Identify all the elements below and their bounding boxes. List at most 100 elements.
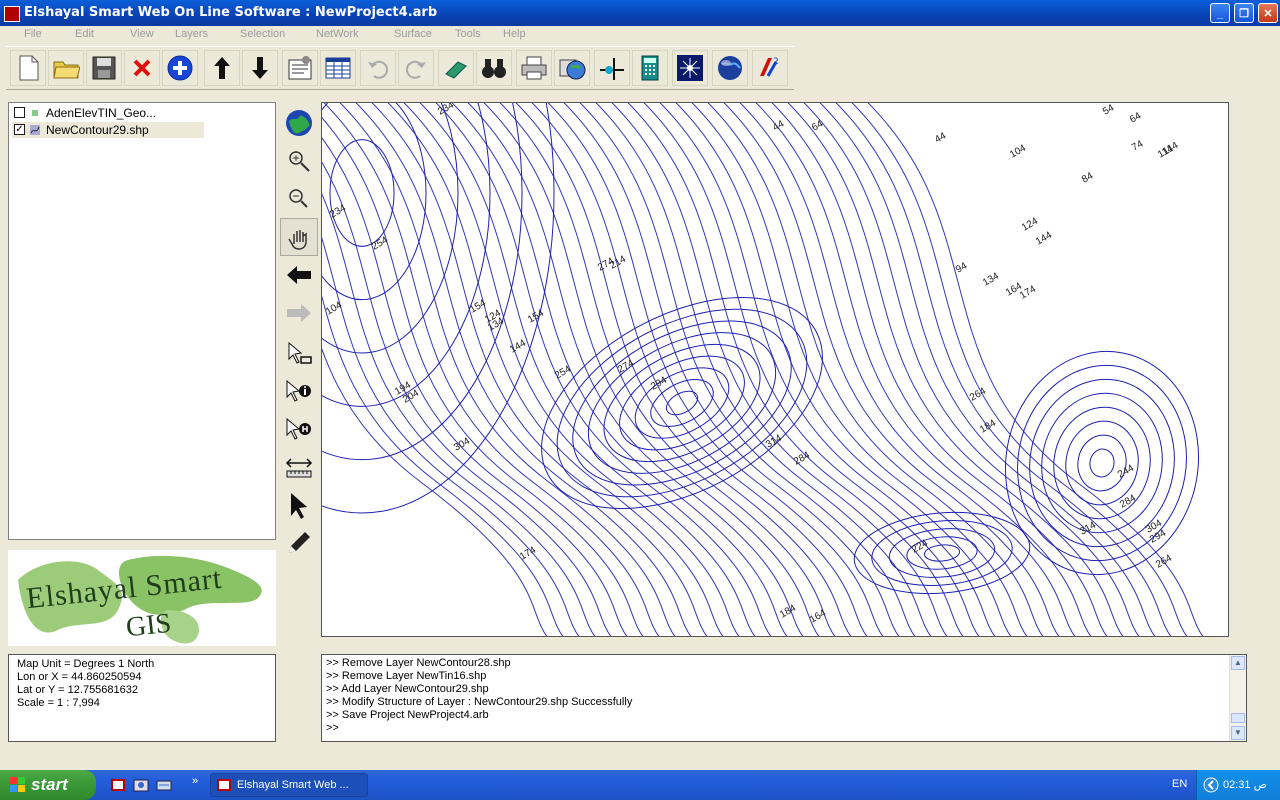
- menu-edit[interactable]: Edit: [75, 28, 94, 40]
- layer-visibility-checkbox[interactable]: ✓: [14, 124, 25, 135]
- start-button[interactable]: start: [0, 770, 96, 800]
- menu-bar: File Edit View Layers Selection NetWork …: [0, 26, 1280, 44]
- properties-button[interactable]: [282, 50, 318, 86]
- contour-line: [867, 103, 1204, 636]
- start-label: start: [31, 775, 68, 794]
- print-button[interactable]: [516, 50, 552, 86]
- log-line: >> Modify Structure of Layer : NewContou…: [326, 696, 633, 708]
- pointer-button[interactable]: [280, 486, 318, 524]
- contour-line: [1089, 448, 1115, 478]
- scroll-up-button[interactable]: ▲: [1231, 656, 1245, 670]
- forward-button[interactable]: [280, 294, 318, 332]
- eraser-button[interactable]: [438, 50, 474, 86]
- globe-button[interactable]: [712, 50, 748, 86]
- menu-selection[interactable]: Selection: [240, 28, 285, 40]
- quick-launch-app-icon[interactable]: [110, 777, 126, 793]
- taskbar-app-button[interactable]: Elshayal Smart Web ...: [210, 773, 368, 797]
- log-scrollbar[interactable]: ▲ ▼: [1229, 655, 1246, 741]
- back-icon: [287, 266, 311, 284]
- menu-view[interactable]: View: [130, 28, 154, 40]
- map-canvas[interactable]: 234 44 64 44 54 64 74 114 104 84 124 144 94 134 164 174…: [321, 102, 1229, 637]
- layer-item-aden-elev-tin[interactable]: AdenElevTIN_Geo...: [12, 105, 204, 121]
- pointer-icon: [291, 493, 307, 519]
- coordinate-button[interactable]: [594, 50, 630, 86]
- quick-launch-network-icon[interactable]: [156, 777, 172, 793]
- add-button[interactable]: [162, 50, 198, 86]
- undo-icon: [368, 60, 389, 79]
- contour-line: [322, 103, 459, 354]
- command-log[interactable]: >> Remove Layer NewContour28.shp >> Remo…: [321, 654, 1247, 742]
- menu-help[interactable]: Help: [503, 28, 526, 40]
- quick-launch-expand[interactable]: »: [192, 775, 198, 787]
- back-button[interactable]: [280, 256, 318, 294]
- map-export-button[interactable]: [554, 50, 590, 86]
- scroll-thumb[interactable]: [1231, 713, 1245, 723]
- undo-button[interactable]: [360, 50, 396, 86]
- contour-label: 284: [792, 450, 812, 468]
- language-indicator[interactable]: EN: [1172, 778, 1187, 790]
- maximize-button[interactable]: ❐: [1234, 3, 1254, 23]
- hyperlink-button[interactable]: [280, 410, 318, 448]
- pan-button[interactable]: [280, 218, 318, 256]
- star-map-button[interactable]: [672, 50, 708, 86]
- map-tools-bar: [280, 102, 318, 562]
- close-button[interactable]: ✕: [1258, 3, 1278, 23]
- new-file-button[interactable]: [10, 50, 46, 86]
- redo-icon: [405, 60, 426, 79]
- contour-label: 94: [954, 260, 970, 275]
- redo-button[interactable]: [398, 50, 434, 86]
- contour-label: 264: [968, 386, 988, 404]
- edit-pencil-button[interactable]: [280, 524, 318, 562]
- identify-button[interactable]: [280, 372, 318, 410]
- app-icon: [217, 779, 231, 791]
- contour-label: 314: [764, 433, 784, 451]
- window-title: Elshayal Smart Web On Line Software : Ne…: [24, 5, 438, 20]
- select-rect-button[interactable]: [280, 334, 318, 372]
- contour-label: 264: [1154, 553, 1174, 571]
- zoom-in-button[interactable]: [280, 142, 318, 180]
- save-icon: [92, 56, 116, 80]
- menu-network[interactable]: NetWork: [316, 28, 359, 40]
- contour-map: 23444 6444546474 1141048412414494134164174…: [322, 103, 1204, 636]
- find-button[interactable]: [476, 50, 512, 86]
- move-up-button[interactable]: [204, 50, 240, 86]
- tray-expand-icon[interactable]: [1203, 777, 1219, 793]
- move-down-button[interactable]: [242, 50, 278, 86]
- layer-list: AdenElevTIN_Geo... ✓ NewContour29.shp: [8, 102, 276, 540]
- minimize-button[interactable]: _: [1210, 3, 1230, 23]
- log-line: >>: [326, 722, 339, 734]
- zoom-out-icon: [289, 189, 308, 208]
- attribute-table-button[interactable]: [320, 50, 356, 86]
- pan-icon: [288, 230, 307, 250]
- layer-item-new-contour29[interactable]: ✓ NewContour29.shp: [12, 122, 204, 138]
- taskbar-app-label: Elshayal Smart Web ...: [237, 779, 349, 791]
- measure-button[interactable]: [280, 448, 318, 486]
- menu-file[interactable]: File: [24, 28, 42, 40]
- save-button[interactable]: [86, 50, 122, 86]
- menu-tools[interactable]: Tools: [455, 28, 481, 40]
- layer-visibility-checkbox[interactable]: [14, 107, 25, 118]
- contour-line: [634, 367, 730, 439]
- contour-label: 144: [1034, 230, 1054, 248]
- 3d-button[interactable]: 2: [752, 50, 788, 86]
- logo-line2: GIS: [124, 607, 173, 644]
- scroll-down-button[interactable]: ▼: [1231, 726, 1245, 740]
- full-extent-button[interactable]: [280, 104, 318, 142]
- contour-label: 104: [324, 300, 344, 318]
- quick-launch-explorer-icon[interactable]: [133, 777, 149, 793]
- zoom-out-button[interactable]: [280, 180, 318, 218]
- contour-line: [1077, 434, 1127, 492]
- contour-line: [1017, 364, 1187, 562]
- calculator-button[interactable]: [632, 50, 668, 86]
- menu-layers[interactable]: Layers: [175, 28, 208, 40]
- contour-label: 184: [778, 603, 798, 621]
- menu-surface[interactable]: Surface: [394, 28, 432, 40]
- delete-button[interactable]: [124, 50, 160, 86]
- coordinate-info-panel: Map Unit = Degrees 1 North Lon or X = 44…: [8, 654, 276, 742]
- contour-line: [322, 161, 612, 636]
- app-icon: [4, 6, 20, 22]
- open-folder-button[interactable]: [48, 50, 84, 86]
- contour-label: 154: [526, 308, 546, 326]
- contour-line: [322, 347, 548, 636]
- contour-label: 44: [933, 130, 949, 145]
